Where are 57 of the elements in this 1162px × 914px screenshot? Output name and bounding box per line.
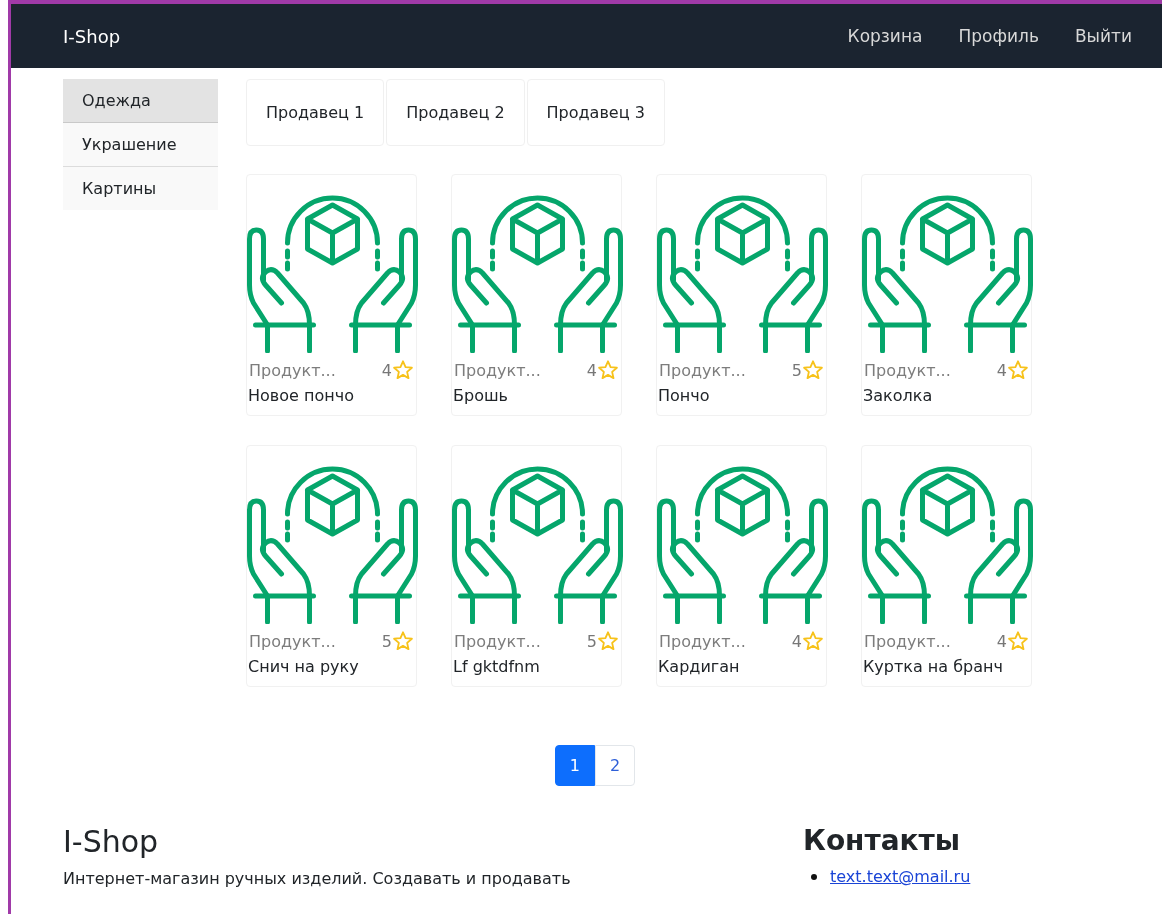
star-icon (802, 630, 824, 652)
bullet-icon (811, 873, 817, 880)
nav-link[interactable]: Выйти (1074, 26, 1132, 46)
seller-tab[interactable]: Продавец 2 (386, 79, 525, 146)
product-card[interactable]: Продукт... 4 Куртка на бранч (861, 445, 1032, 687)
seller-tab[interactable]: Продавец 3 (526, 79, 665, 146)
rating-value: 5 (381, 631, 392, 651)
sidebar-item[interactable]: Украшение (63, 123, 218, 167)
sidebar-item[interactable]: Картины (63, 167, 218, 210)
contacts-title: Контакты (803, 824, 962, 857)
product-card[interactable]: Продукт... 4 Новое пончо (246, 174, 417, 416)
product-category: Продукт... (659, 631, 746, 651)
star-icon (1007, 630, 1029, 652)
seller-tab[interactable]: Продавец 1 (246, 79, 385, 146)
product-category: Продукт... (454, 631, 541, 651)
product-name: Lf gktdfnm (452, 656, 541, 676)
star-icon (597, 630, 619, 652)
product-name: Заколка (862, 385, 934, 405)
product-name: Кардиган (657, 656, 741, 676)
product-category: Продукт... (864, 360, 951, 380)
product-category: Продукт... (454, 360, 541, 380)
product-name: Снич на руку (247, 656, 360, 676)
product-card[interactable]: Продукт... 5 Lf gktdfnm (451, 445, 622, 687)
star-icon (1007, 359, 1029, 381)
product-name: Пончо (657, 385, 711, 405)
rating-value: 5 (791, 360, 802, 380)
nav-link[interactable]: Профиль (958, 26, 1039, 46)
rating-value: 5 (586, 631, 597, 651)
product-name: Куртка на бранч (862, 656, 1004, 676)
star-icon (392, 359, 414, 381)
star-icon (597, 359, 619, 381)
rating-value: 4 (381, 360, 392, 380)
rating-value: 4 (996, 631, 1007, 651)
product-card[interactable]: Продукт... 4 Заколка (861, 174, 1032, 416)
rating-value: 4 (586, 360, 597, 380)
rating-value: 4 (791, 631, 802, 651)
page-button[interactable]: 1 (554, 745, 595, 786)
brand-link[interactable]: I-Shop (63, 25, 121, 47)
product-card[interactable]: Продукт... 4 Кардиган (656, 445, 827, 687)
product-category: Продукт... (249, 631, 336, 651)
rating-value: 4 (996, 360, 1007, 380)
star-icon (392, 630, 414, 652)
product-category: Продукт... (249, 360, 336, 380)
nav-link[interactable]: Корзина (847, 26, 923, 46)
product-card[interactable]: Продукт... 5 Снич на руку (246, 445, 417, 687)
sidebar-item[interactable]: Одежда (63, 79, 218, 123)
footer-title: I-Shop (63, 824, 160, 859)
contact-link[interactable]: text.text@mail.ru (830, 867, 971, 886)
product-category: Продукт... (659, 360, 746, 380)
product-card[interactable]: Продукт... 5 Пончо (656, 174, 827, 416)
product-category: Продукт... (864, 631, 951, 651)
product-card[interactable]: Продукт... 4 Брошь (451, 174, 622, 416)
page-button[interactable]: 2 (595, 745, 636, 786)
product-name: Брошь (452, 385, 509, 405)
product-name: Новое пончо (247, 385, 355, 405)
star-icon (802, 359, 824, 381)
footer-description: Интернет-магазин ручных изделий. Создавать и продавать (63, 869, 572, 888)
